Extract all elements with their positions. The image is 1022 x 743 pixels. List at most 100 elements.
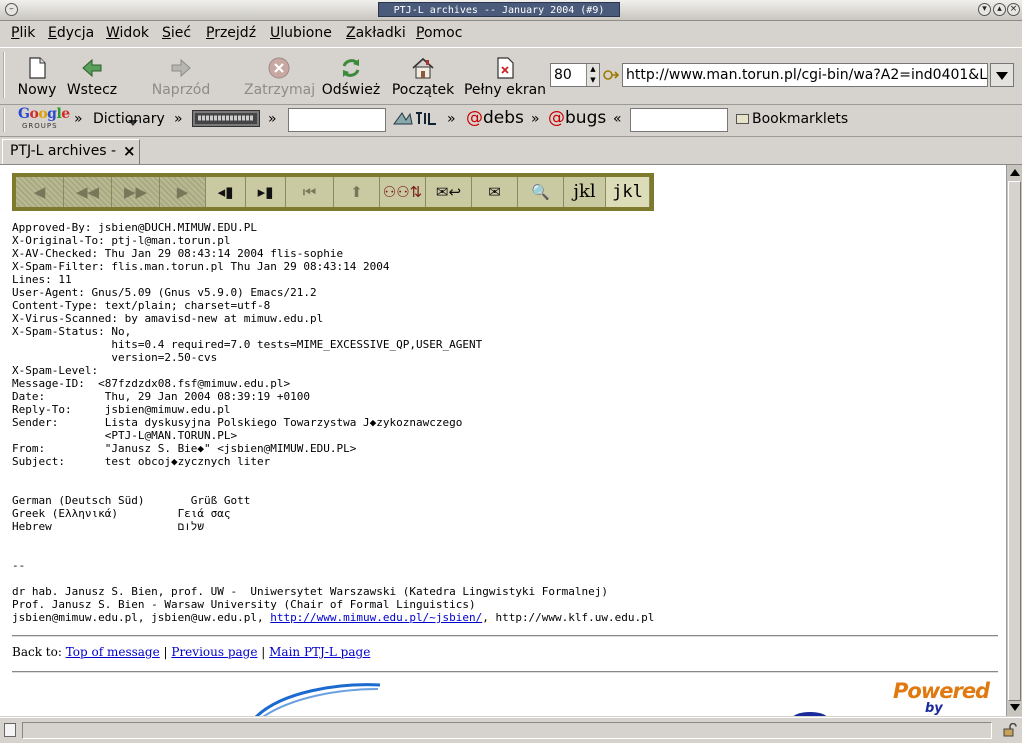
menu-help[interactable]: Pomoc bbox=[416, 25, 462, 41]
message-navigation-bar: ◀ ◀◀ ▶▶ ▶ ◂▮ ▸▮ ⏮ ⬆ ⚇⚇⇅ ✉↩ ✉ 🔍 jkl jkl bbox=[12, 173, 654, 211]
home-button[interactable]: Początek bbox=[388, 52, 458, 102]
google-groups-bookmark[interactable]: Google GROUPS bbox=[18, 107, 70, 130]
arrow-up-icon: ⬆ bbox=[350, 183, 363, 201]
bugs-label: bugs bbox=[565, 108, 607, 128]
font-small-button[interactable]: jkl bbox=[564, 177, 606, 207]
menu-bookmarks[interactable]: Zakładki bbox=[346, 25, 406, 41]
divider bbox=[12, 635, 998, 637]
menu-network[interactable]: Sieć bbox=[162, 25, 191, 41]
message-text: Approved-By: jsbien@DUCH.MIMUW.EDU.PL X-O… bbox=[12, 221, 654, 624]
previous-page-link[interactable]: Previous page bbox=[171, 645, 257, 659]
header-line: Content-Type: text/plain; charset=utf-8 bbox=[12, 299, 271, 312]
forward-button[interactable]: Naprzód bbox=[148, 52, 214, 102]
header-line: Message-ID: <87fzdzdx08.fsf@mimuw.edu.pl… bbox=[12, 377, 291, 390]
back-to-nav: Back to: Top of message | Previous page … bbox=[12, 645, 370, 659]
signature-line: jsbien@mimuw.edu.pl, jsbien@uw.edu.pl, h… bbox=[12, 611, 654, 624]
home-icon bbox=[412, 57, 434, 79]
debian-swirl-icon: @ bbox=[548, 108, 565, 128]
url-history-chevron-down-icon[interactable] bbox=[990, 63, 1014, 87]
jargon-file-icon[interactable] bbox=[392, 110, 438, 127]
scroll-down-icon[interactable] bbox=[1010, 704, 1020, 711]
zoom-stepper[interactable]: 80 ▲ ▼ bbox=[550, 63, 600, 87]
body-line bbox=[12, 546, 654, 559]
menu-go[interactable]: Przejdź bbox=[206, 25, 256, 41]
thread-view-button[interactable]: ⚇⚇⇅ bbox=[380, 177, 426, 207]
bugs-bookmark[interactable]: @bugs bbox=[548, 108, 606, 128]
top-of-message-link[interactable]: Top of message bbox=[66, 645, 160, 659]
powered-by-label: by bbox=[925, 701, 943, 716]
scrollbar-thumb[interactable] bbox=[1008, 181, 1021, 701]
bookmarklets-folder[interactable]: Bookmarklets bbox=[752, 111, 848, 127]
main-ptj-l-page-link[interactable]: Main PTJ-L page bbox=[269, 645, 370, 659]
body-line bbox=[12, 572, 654, 585]
skip-back-icon: ⏮ bbox=[302, 183, 317, 201]
menu-view[interactable]: Widok bbox=[106, 25, 149, 41]
header-line: X-Spam-Level: bbox=[12, 364, 99, 377]
menu-favorites[interactable]: Ulubione bbox=[270, 25, 332, 41]
bookmarks-grip[interactable] bbox=[3, 108, 9, 132]
back-arrow-icon bbox=[82, 58, 102, 78]
search-button[interactable]: 🔍 bbox=[518, 177, 564, 207]
post-button[interactable]: ✉ bbox=[472, 177, 518, 207]
scroll-up-icon[interactable] bbox=[1010, 169, 1020, 176]
tab-bar: PTJ-L archives - × bbox=[0, 137, 1022, 165]
bookmark-search-input[interactable] bbox=[288, 108, 386, 132]
fullscreen-button[interactable]: Pełny ekran bbox=[463, 52, 547, 102]
header-line: Reply-To: jsbien@mimuw.edu.pl bbox=[12, 403, 231, 416]
font-large-button[interactable]: jkl bbox=[606, 177, 650, 207]
first-page-button[interactable]: ⏮ bbox=[286, 177, 334, 207]
dictionary-bookmark[interactable]: Dictionary bbox=[93, 111, 165, 127]
signature-emails: jsbien@mimuw.edu.pl, jsbien@uw.edu.pl, bbox=[12, 611, 271, 624]
minimize-icon[interactable]: ▾ bbox=[978, 3, 991, 16]
jkl-label: jkl bbox=[573, 181, 596, 202]
search-icon: 🔍 bbox=[531, 183, 550, 201]
debian-swirl-icon: @ bbox=[466, 108, 483, 128]
zoom-down-icon[interactable]: ▼ bbox=[587, 75, 599, 86]
url-input[interactable]: http://www.man.torun.pl/cgi-bin/wa?A2=in… bbox=[622, 63, 988, 87]
stop-button[interactable]: Zatrzymaj bbox=[244, 52, 315, 102]
header-line: X-Spam-Filter: flis.man.torun.pl Thu Jan… bbox=[12, 260, 390, 273]
prev-in-thread-button[interactable]: ◂▮ bbox=[206, 177, 246, 207]
body-line: dr hab. Janusz S. Bien, prof. UW - Uniwe… bbox=[12, 585, 609, 598]
body-line bbox=[12, 481, 654, 494]
first-message-button[interactable]: ◀ bbox=[16, 177, 64, 207]
people-icon: ⚇⚇⇅ bbox=[382, 183, 423, 201]
header-line: X-Original-To: ptj-l@man.torun.pl bbox=[12, 234, 231, 247]
close-window-icon[interactable]: × bbox=[1007, 3, 1020, 16]
envelope-icon: ✉ bbox=[488, 183, 501, 201]
go-arrow-icon[interactable] bbox=[603, 68, 619, 82]
page-forward-icon: ▸▮ bbox=[257, 183, 274, 201]
page-status-icon bbox=[4, 723, 16, 737]
toolbar-grip[interactable] bbox=[3, 52, 9, 98]
next-message-button[interactable]: ▶▶ bbox=[112, 177, 160, 207]
header-line: X-Spam-Status: No, bbox=[12, 325, 132, 338]
unlocked-padlock-icon[interactable] bbox=[1003, 723, 1017, 737]
debs-bookmark[interactable]: @debs bbox=[466, 108, 524, 128]
new-button[interactable]: Nowy bbox=[14, 52, 60, 102]
prev-message-button[interactable]: ◀◀ bbox=[64, 177, 112, 207]
body-line: German (Deutsch Süd) Grüß Gott bbox=[12, 494, 251, 507]
double-left-icon: ◀◀ bbox=[75, 183, 100, 201]
reply-button[interactable]: ✉↩ bbox=[426, 177, 472, 207]
triangle-right-icon: ▶ bbox=[176, 183, 189, 201]
next-thread-button[interactable]: ▶ bbox=[160, 177, 206, 207]
header-line: Subject: test obcoj◆zycznych liter bbox=[12, 455, 271, 468]
bookmark-search-input-2[interactable] bbox=[630, 108, 728, 132]
reload-button[interactable]: Odśwież bbox=[320, 52, 382, 102]
stop-icon bbox=[268, 57, 290, 79]
menu-edit[interactable]: Edycja bbox=[48, 25, 94, 41]
vertical-scrollbar[interactable] bbox=[1006, 165, 1022, 716]
up-button[interactable]: ⬆ bbox=[334, 177, 380, 207]
body-line: Hebrew שלום bbox=[12, 520, 204, 533]
close-tab-icon[interactable]: × bbox=[123, 142, 136, 160]
homepage-link[interactable]: http://www.mimuw.edu.pl/~jsbien/ bbox=[270, 611, 482, 624]
zoom-spin-buttons[interactable]: ▲ ▼ bbox=[586, 64, 599, 86]
next-in-thread-button[interactable]: ▸▮ bbox=[246, 177, 286, 207]
maximize-icon[interactable]: ▴ bbox=[993, 3, 1006, 16]
back-button[interactable]: Wstecz bbox=[62, 52, 122, 102]
zoom-up-icon[interactable]: ▲ bbox=[587, 64, 599, 75]
slackware-logo-icon[interactable] bbox=[192, 110, 260, 127]
window-menu-icon[interactable]: – bbox=[5, 3, 18, 16]
menu-file[interactable]: Plik bbox=[11, 25, 35, 41]
tab-ptj-l-archives[interactable]: PTJ-L archives - × bbox=[2, 139, 140, 164]
